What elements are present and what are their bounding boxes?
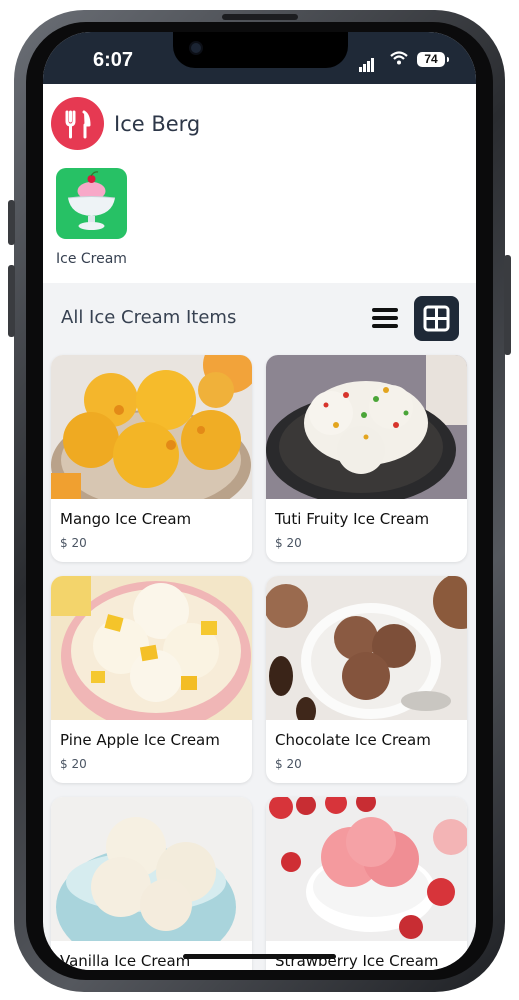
- speaker-grille: [222, 14, 298, 20]
- list-icon: [372, 304, 400, 328]
- product-price: $ 20: [275, 536, 302, 550]
- app-header: Ice Berg Ice Cream: [43, 84, 476, 283]
- volume-down-button: [8, 265, 15, 337]
- product-card-tuti-fruity[interactable]: Tuti Fruity Ice Cream $ 20: [266, 355, 467, 562]
- product-card-strawberry[interactable]: Strawberry Ice Cream: [266, 797, 467, 970]
- product-card-vanilla[interactable]: Vanilla Ice Cream: [51, 797, 252, 970]
- fork-knife-icon: [65, 110, 91, 139]
- signal-icon: [359, 53, 375, 72]
- product-name: Vanilla Ice Cream: [60, 952, 191, 970]
- chocolate-ice-cream-image: [266, 576, 467, 720]
- battery-icon: 74: [417, 52, 449, 67]
- vanilla-ice-cream-image: [51, 797, 252, 941]
- section-title: All Ice Cream Items: [61, 307, 237, 328]
- product-card-mango[interactable]: Mango Ice Cream $ 20: [51, 355, 252, 562]
- product-name: Tuti Fruity Ice Cream: [275, 510, 430, 528]
- list-view-button[interactable]: [372, 304, 400, 332]
- pine-apple-ice-cream-image: [51, 576, 252, 720]
- ice-cream-sundae-icon: [67, 171, 116, 230]
- volume-up-button: [8, 200, 15, 245]
- brand-name: Ice Berg: [114, 112, 201, 136]
- status-bar: 6:07 74: [43, 32, 476, 84]
- wifi-icon: [390, 51, 408, 65]
- screen: 6:07 74 Ice Berg Ice Cream All Ice Cream…: [43, 32, 476, 970]
- restaurant-logo[interactable]: [51, 97, 104, 150]
- category-ice-cream[interactable]: [56, 168, 127, 239]
- product-card-pine-apple[interactable]: Pine Apple Ice Cream $ 20: [51, 576, 252, 783]
- product-name: Pine Apple Ice Cream: [60, 731, 220, 749]
- mango-ice-cream-image: [51, 355, 252, 499]
- grid-view-button[interactable]: [414, 296, 459, 341]
- power-button: [504, 255, 511, 355]
- product-name: Chocolate Ice Cream: [275, 731, 431, 749]
- product-price: $ 20: [60, 536, 87, 550]
- grid-icon: [423, 305, 450, 332]
- front-camera: [189, 41, 203, 55]
- home-indicator[interactable]: [183, 954, 336, 959]
- strawberry-ice-cream-image: [266, 797, 467, 941]
- product-price: $ 20: [60, 757, 87, 771]
- tuti-fruity-ice-cream-image: [266, 355, 467, 499]
- status-time: 6:07: [93, 49, 134, 71]
- product-name: Mango Ice Cream: [60, 510, 192, 528]
- product-price: $ 20: [275, 757, 302, 771]
- category-label: Ice Cream: [56, 251, 127, 267]
- product-card-chocolate[interactable]: Chocolate Ice Cream $ 20: [266, 576, 467, 783]
